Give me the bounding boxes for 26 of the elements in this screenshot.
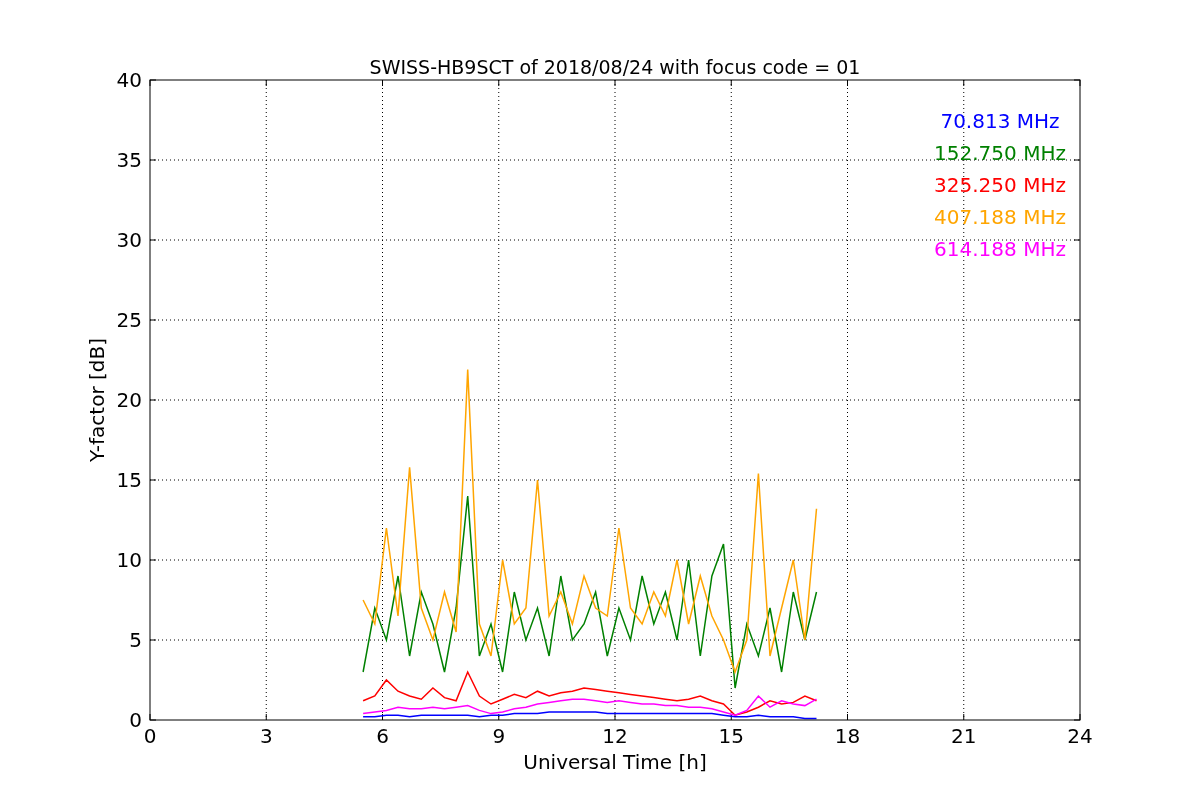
x-tick-label: 21 bbox=[951, 724, 977, 748]
x-tick-label: 18 bbox=[834, 724, 861, 748]
y-tick-label: 25 bbox=[116, 308, 142, 332]
y-axis-label: Y-factor [dB] bbox=[85, 338, 109, 462]
legend-label: 614.188 MHz bbox=[934, 237, 1066, 261]
x-tick-label: 24 bbox=[1067, 724, 1093, 748]
chart-title: SWISS-HB9SCT of 2018/08/24 with focus code = 01 bbox=[369, 56, 861, 78]
y-tick-label: 0 bbox=[129, 708, 142, 732]
x-tick-label: 0 bbox=[143, 724, 157, 748]
y-tick-label: 30 bbox=[116, 228, 142, 252]
y-tick-label: 40 bbox=[116, 68, 142, 92]
legend-label: 407.188 MHz bbox=[934, 205, 1066, 229]
legend-label: 325.250 MHz bbox=[934, 173, 1066, 197]
x-axis-label: Universal Time [h] bbox=[523, 750, 707, 774]
y-tick-label: 35 bbox=[116, 148, 142, 172]
legend-label: 152.750 MHz bbox=[934, 141, 1066, 165]
y-tick-label: 15 bbox=[116, 468, 142, 492]
x-tick-label: 6 bbox=[376, 724, 389, 748]
x-tick-label: 3 bbox=[259, 724, 273, 748]
x-tick-label: 12 bbox=[602, 724, 628, 748]
x-tick-label: 15 bbox=[718, 724, 744, 748]
y-tick-label: 5 bbox=[129, 628, 142, 652]
x-tick-label: 9 bbox=[492, 724, 506, 748]
legend-label: 70.813 MHz bbox=[940, 109, 1060, 133]
y-tick-label: 20 bbox=[116, 388, 142, 412]
y-tick-label: 10 bbox=[116, 548, 142, 572]
